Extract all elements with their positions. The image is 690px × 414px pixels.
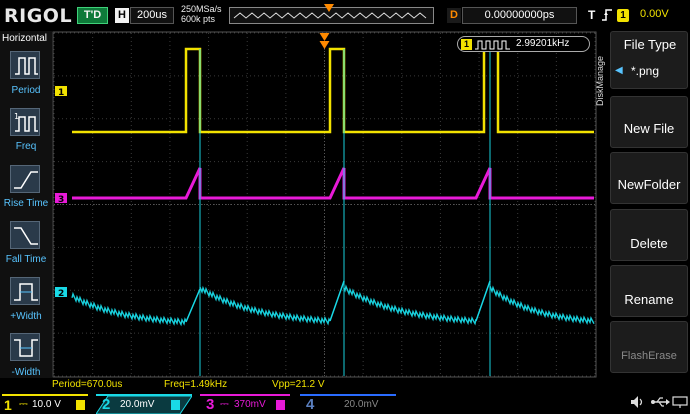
negative-width-label: -Width	[11, 367, 41, 378]
timebase-readout[interactable]: 200us	[130, 7, 174, 24]
acquisition-info: 250MSa/s 600k pts	[181, 4, 222, 24]
trigger-marker-icon	[319, 33, 330, 41]
memory-depth: 600k pts	[181, 14, 216, 24]
new-folder-button[interactable]: NewFolder	[610, 152, 688, 204]
channel-2-waveform-segment	[71, 291, 187, 327]
channel-3-waveform	[72, 167, 594, 200]
freq-button[interactable]: 1	[10, 108, 40, 136]
ch1-coupling-icon: ⎓	[19, 398, 28, 410]
trigger-source-badge[interactable]: 1	[617, 9, 629, 22]
fall-time-label: Fall Time	[5, 254, 47, 265]
ch3-coupling-icon: ⎓	[220, 398, 229, 410]
file-type-title: File Type	[623, 37, 677, 52]
frequency-pulse-icon: 1	[14, 112, 38, 132]
usb-icon	[651, 397, 670, 407]
rise-time-button[interactable]	[10, 165, 40, 193]
sound-speaker-icon[interactable]	[630, 395, 644, 409]
horizontal-badge: H	[115, 8, 129, 23]
trigger-badge: T	[588, 8, 596, 22]
channel-4-box[interactable]: 4 20.0mV	[300, 394, 396, 413]
channel-4-number: 4	[306, 396, 315, 413]
freq-measurement[interactable]: Freq=1.49kHz	[164, 379, 227, 390]
channel-1-scale: 10.0 V	[32, 399, 61, 410]
rename-button[interactable]: Rename	[610, 265, 688, 317]
channel-2-marker: 2	[58, 289, 64, 299]
positive-width-button[interactable]	[10, 277, 40, 305]
network-icon	[672, 396, 688, 408]
selector-arrow-icon: ◀	[615, 65, 623, 76]
negative-width-button[interactable]	[10, 333, 40, 361]
positive-width-label: +Width	[10, 311, 42, 322]
channel-1-box[interactable]: 1 ⎓ 10.0 V	[2, 394, 88, 413]
channel-2-box[interactable]: 2 20.0mV	[96, 394, 192, 414]
ch1-bandwidth-icon	[76, 400, 85, 410]
channel-3-marker: 3	[58, 195, 64, 205]
frequency-counter: 1 2.99201kHz	[457, 36, 590, 52]
delay-badge: D	[447, 8, 461, 23]
trigger-position-marker-icon	[324, 4, 334, 12]
channel-2-scale: 20.0mV	[120, 399, 155, 410]
sample-rate: 250MSa/s	[181, 4, 222, 14]
trigger-marker-icon	[319, 41, 330, 49]
counter-channel-badge: 1	[461, 39, 472, 50]
file-type-value: *.png	[631, 64, 660, 78]
delay-readout[interactable]: 0.00000000ps	[462, 7, 577, 24]
channel-4-scale: 20.0mV	[344, 399, 379, 410]
horizontal-measure-menu: Horizontal Period 1 Freq Rise Time Fall …	[0, 31, 52, 378]
trigger-status-badge[interactable]: T'D	[77, 7, 108, 24]
channel-2-waveform-segment	[489, 285, 595, 326]
fall-edge-icon	[14, 227, 38, 245]
waveform-display[interactable]: 1 3 2	[52, 31, 597, 378]
period-measurement[interactable]: Period=670.0us	[52, 379, 122, 390]
period-pulse-icon	[15, 57, 38, 75]
ch3-bandwidth-icon	[276, 400, 285, 410]
channel-1-marker: 1	[58, 88, 64, 98]
channel-3-scale: 370mV	[234, 399, 266, 410]
file-type-select[interactable]: File Type ◀ *.png	[610, 31, 688, 89]
fall-time-button[interactable]	[10, 221, 40, 249]
delete-button[interactable]: Delete	[610, 209, 688, 261]
ch2-bandwidth-icon	[171, 400, 180, 410]
channel-2-rise	[475, 280, 491, 322]
period-label: Period	[11, 85, 41, 96]
channel-2-number: 2	[102, 396, 111, 413]
negative-width-icon	[14, 339, 38, 357]
channel-3-number: 3	[206, 396, 215, 413]
positive-width-icon	[14, 283, 38, 301]
period-button[interactable]	[10, 51, 40, 79]
menu-title: Horizontal	[2, 33, 48, 44]
channel-1-waveform	[72, 47, 594, 134]
trigger-level-readout[interactable]: 0.00V	[640, 8, 669, 20]
counter-pulse-icon	[475, 40, 510, 50]
channel-2-rise	[185, 288, 201, 323]
brand-logo: RIGOL	[4, 5, 73, 27]
svg-text:1: 1	[14, 112, 19, 121]
disk-manage-label: DiskManage	[595, 55, 605, 106]
channel-3-box[interactable]: 3 ⎓ 370mV	[200, 394, 290, 413]
channel-2-waveform-segment	[343, 284, 477, 326]
freq-label: Freq	[15, 141, 37, 152]
vpp-measurement[interactable]: Vpp=21.2 V	[272, 379, 325, 390]
rise-time-label: Rise Time	[3, 198, 49, 209]
flash-erase-button[interactable]: FlashErase	[610, 321, 688, 373]
channel-1-number: 1	[4, 397, 12, 413]
channel-2-rise	[329, 280, 345, 322]
new-file-button[interactable]: New File	[610, 96, 688, 148]
counter-value: 2.99201kHz	[516, 38, 570, 49]
rising-edge-icon	[602, 9, 612, 21]
rise-edge-icon	[14, 171, 38, 189]
channel-2-waveform-segment	[199, 285, 331, 326]
